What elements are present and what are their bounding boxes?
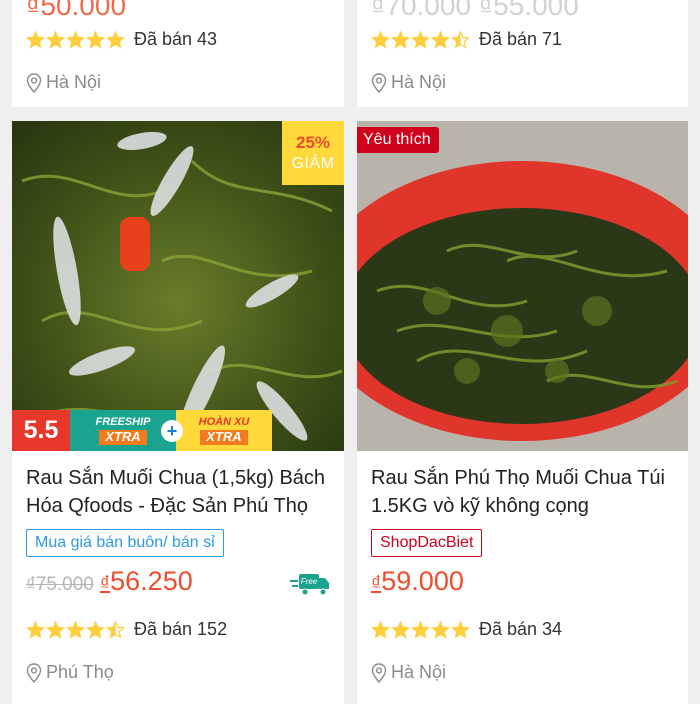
product-image[interactable]: Yêu thích	[357, 121, 688, 451]
location-label: Phú Thọ	[46, 662, 114, 682]
wholesale-tag: Mua giá bán buôn/ bán sỉ	[26, 529, 224, 557]
star-full-icon	[431, 30, 450, 49]
star-half-icon	[106, 620, 125, 639]
product-card[interactable]: Yêu thích Rau Sắn Phú Thọ Muối Chua Túi …	[357, 121, 688, 704]
product-price: ₫50.000	[26, 0, 127, 21]
rating-row: Đã bán 43	[26, 29, 217, 50]
sale-tag: 5.5	[12, 410, 70, 451]
sold-count: Đã bán 152	[134, 619, 228, 639]
location-label: Hà Nội	[391, 72, 447, 92]
location-pin-icon	[371, 662, 387, 683]
star-full-icon	[86, 620, 105, 639]
price-row: ₫75.000 ₫56.250	[26, 566, 193, 597]
price-row: ₫59.000	[371, 566, 464, 597]
price-value: 59.000	[381, 566, 464, 596]
location-pin-icon	[26, 72, 42, 93]
currency-symbol: ₫	[371, 573, 382, 595]
location: Phú Thọ	[26, 662, 114, 683]
discount-value: 25%	[295, 133, 331, 153]
currency-symbol: ₫	[99, 573, 111, 595]
star-full-icon	[66, 620, 85, 639]
rating-stars	[26, 30, 126, 49]
star-full-icon	[46, 620, 65, 639]
product-title[interactable]: Rau Sắn Phú Thọ Muối Chua Túi 1.5KG vò k…	[371, 464, 677, 520]
product-card[interactable]: ₫50.000 Đã bán 43 Hà Nội	[12, 0, 344, 107]
location: Hà Nội	[371, 72, 446, 93]
rating-row: Đã bán 152	[26, 619, 227, 640]
product-card[interactable]: 25% GIẢM 5.5 FREESHIP XTRA HOÀN XU XTRA …	[12, 121, 344, 704]
star-full-icon	[26, 620, 45, 639]
freeship-xtra: XTRA	[99, 430, 147, 445]
rating-row: Đã bán 34	[371, 619, 562, 640]
sale-price: ₫59.000	[371, 566, 464, 597]
promo-bar: 5.5 FREESHIP XTRA HOÀN XU XTRA +	[12, 410, 344, 451]
location-pin-icon	[26, 662, 42, 683]
rating-stars	[26, 620, 126, 639]
rating-stars	[371, 30, 471, 49]
star-half-icon	[451, 30, 470, 49]
coin-label: HOÀN XU	[198, 416, 250, 429]
freeship-label: FREESHIP	[95, 416, 151, 429]
star-full-icon	[391, 30, 410, 49]
discount-label: GIẢM	[291, 154, 335, 172]
coin-back-badge: HOÀN XU XTRA	[176, 410, 272, 451]
product-title[interactable]: Rau Sắn Muối Chua (1,5kg) Bách Hóa Qfood…	[26, 464, 332, 520]
product-image[interactable]: 25% GIẢM	[12, 121, 344, 451]
location-label: Hà Nội	[46, 72, 102, 92]
sold-count: Đã bán 43	[134, 29, 218, 49]
star-full-icon	[371, 620, 390, 639]
star-full-icon	[451, 620, 470, 639]
original-price: ₫75.000	[26, 574, 94, 595]
sale-price: ₫56.250	[100, 566, 193, 597]
favorite-shop-tag: Yêu thích	[357, 127, 439, 153]
sold-count: Đã bán 71	[479, 29, 563, 49]
star-full-icon	[86, 30, 105, 49]
star-full-icon	[371, 30, 390, 49]
location: Hà Nội	[371, 662, 446, 683]
location: Hà Nội	[26, 72, 101, 93]
free-badge-text: Free	[301, 577, 318, 586]
star-full-icon	[431, 620, 450, 639]
rating-row: Đã bán 71	[371, 29, 562, 50]
discount-badge: 25% GIẢM	[282, 121, 344, 185]
location-pin-icon	[371, 72, 387, 93]
sold-count: Đã bán 34	[479, 619, 563, 639]
plus-icon: +	[161, 420, 183, 442]
location-label: Hà Nội	[391, 662, 447, 682]
star-full-icon	[411, 30, 430, 49]
coin-xtra: XTRA	[200, 430, 248, 445]
price-value: 56.250	[110, 566, 193, 596]
shop-tag: ShopDacBiet	[371, 529, 483, 557]
star-full-icon	[66, 30, 85, 49]
free-shipping-truck-icon: Free	[290, 571, 330, 597]
star-full-icon	[391, 620, 410, 639]
star-full-icon	[26, 30, 45, 49]
product-card[interactable]: ₫70.000 ₫55.000 Đã bán 71 Hà Nội	[357, 0, 688, 107]
star-full-icon	[106, 30, 125, 49]
star-full-icon	[411, 620, 430, 639]
rating-stars	[371, 620, 471, 639]
star-full-icon	[46, 30, 65, 49]
product-price: ₫70.000 ₫55.000	[371, 0, 579, 21]
